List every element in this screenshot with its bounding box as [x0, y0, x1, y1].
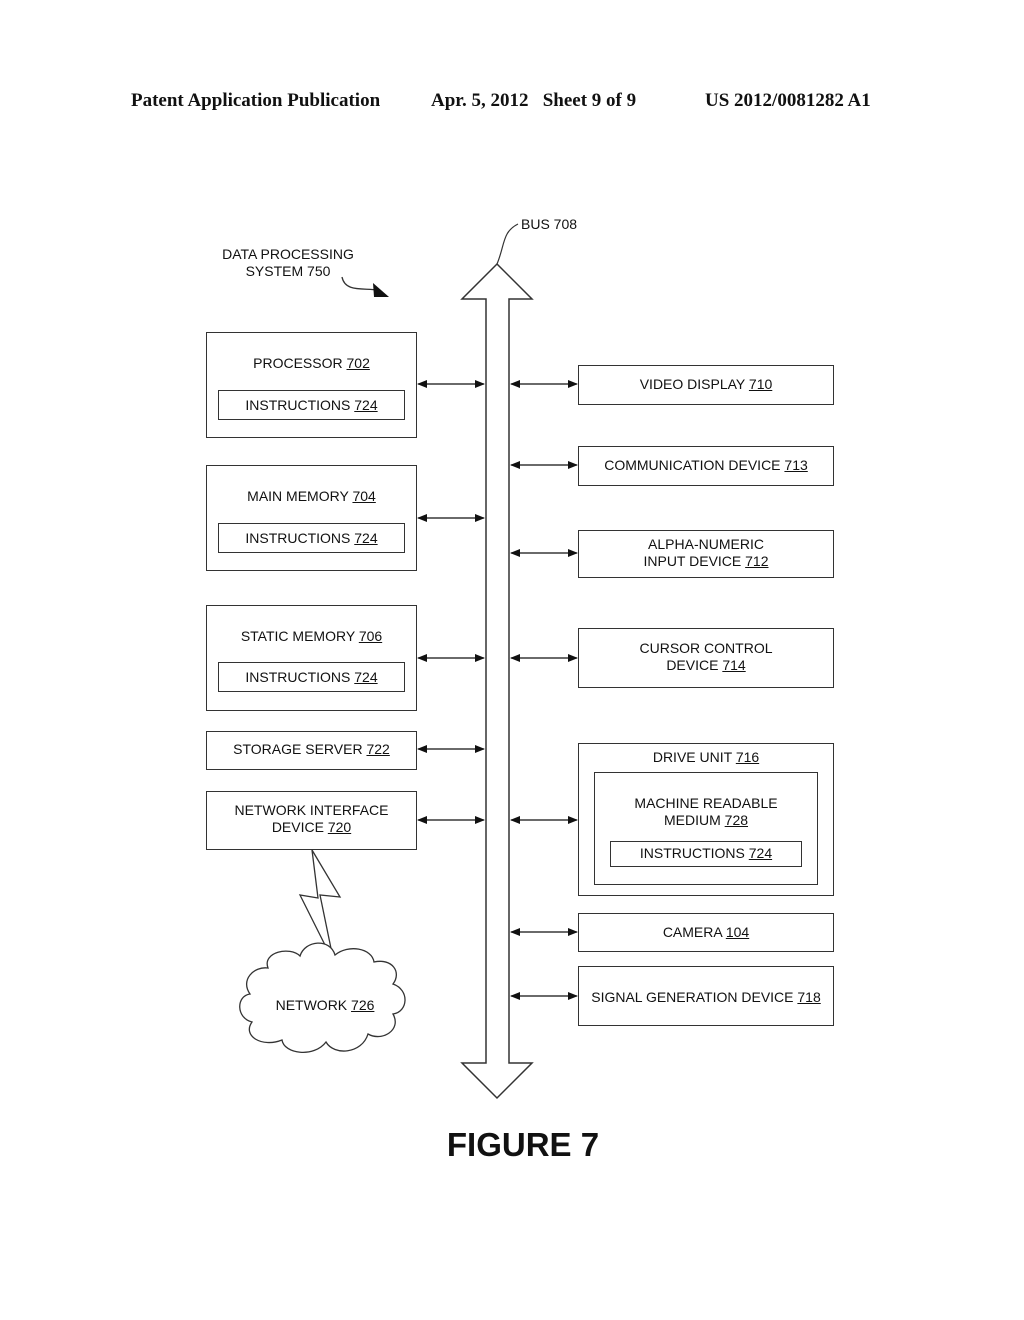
alpha-numeric-ref: 712	[745, 553, 769, 569]
main-memory-ref: 704	[352, 488, 376, 504]
system-label: DATA PROCESSING SYSTEM 750	[218, 246, 358, 280]
network-label: NETWORK 726	[250, 997, 400, 1014]
bus-label: BUS 708	[521, 216, 578, 232]
alpha-numeric-input-label: ALPHA-NUMERIC INPUT DEVICE 712	[578, 536, 834, 570]
figure-caption: FIGURE 7	[446, 1126, 600, 1163]
drive-unit-label: DRIVE UNIT 716	[578, 749, 834, 766]
processor-label: PROCESSOR 702	[206, 355, 417, 372]
processor-instructions-ref: 724	[354, 397, 378, 413]
camera-ref: 104	[725, 924, 750, 940]
storage-server-ref: 722	[366, 741, 390, 757]
storage-server-label: STORAGE SERVER 722	[206, 741, 417, 758]
alpha-numeric-name: INPUT DEVICE	[643, 553, 746, 569]
system-pointer-arrowhead	[373, 283, 389, 297]
system-label-line2: SYSTEM 750	[245, 263, 331, 279]
main-memory-instructions-ref: 724	[354, 530, 378, 546]
alpha-numeric-line1: ALPHA-NUMERIC	[648, 536, 764, 552]
drive-unit-name: DRIVE UNIT	[652, 749, 736, 765]
static-memory-ref: 706	[358, 628, 383, 644]
main-memory-instructions-name: INSTRUCTIONS	[245, 530, 355, 546]
processor-instructions-label: INSTRUCTIONS 724	[218, 397, 405, 414]
static-memory-instructions-label: INSTRUCTIONS 724	[218, 669, 405, 686]
static-memory-instructions-ref: 724	[354, 669, 378, 685]
main-memory-instructions-label: INSTRUCTIONS 724	[218, 530, 405, 547]
drive-unit-ref: 716	[735, 749, 760, 765]
medium-ref: 728	[724, 812, 749, 828]
machine-readable-medium-label: MACHINE READABLE MEDIUM 728	[594, 795, 818, 829]
static-memory-instructions-name: INSTRUCTIONS	[245, 669, 355, 685]
processor-name: PROCESSOR	[253, 355, 347, 371]
main-memory-label: MAIN MEMORY 704	[206, 488, 417, 505]
cursor-control-name: DEVICE	[666, 657, 723, 673]
network-interface-name: DEVICE	[271, 819, 328, 835]
drive-instructions-name: INSTRUCTIONS	[639, 845, 749, 861]
storage-server-name: STORAGE SERVER	[233, 741, 367, 757]
network-name: NETWORK	[275, 997, 352, 1013]
camera-label: CAMERA 104	[578, 924, 834, 941]
communication-device-label: COMMUNICATION DEVICE 713	[578, 457, 834, 474]
cursor-control-ref: 714	[722, 657, 746, 673]
cursor-control-label: CURSOR CONTROL DEVICE 714	[578, 640, 834, 674]
network-interface-label: NETWORK INTERFACE DEVICE 720	[206, 802, 417, 836]
communication-device-name: COMMUNICATION DEVICE	[604, 457, 785, 473]
processor-block	[206, 332, 417, 438]
communication-device-ref: 713	[784, 457, 808, 473]
camera-name: CAMERA	[662, 924, 726, 940]
video-display-label: VIDEO DISPLAY 710	[578, 376, 834, 393]
signal-generation-label: SIGNAL GENERATION DEVICE 718	[578, 989, 834, 1006]
video-display-name: VIDEO DISPLAY	[639, 376, 749, 392]
static-memory-name: STATIC MEMORY	[240, 628, 359, 644]
processor-instructions-name: INSTRUCTIONS	[245, 397, 355, 413]
static-memory-block	[206, 605, 417, 711]
main-memory-name: MAIN MEMORY	[247, 488, 353, 504]
main-memory-block	[206, 465, 417, 571]
medium-name: MEDIUM	[663, 812, 725, 828]
video-display-ref: 710	[748, 376, 773, 392]
network-interface-line1: NETWORK INTERFACE	[234, 802, 389, 818]
diagram-graphics	[239, 223, 578, 1100]
network-interface-ref: 720	[327, 819, 352, 835]
bus-leader-line	[496, 223, 519, 265]
drive-instructions-label: INSTRUCTIONS 724	[610, 845, 802, 862]
static-memory-label: STATIC MEMORY 706	[206, 628, 417, 645]
processor-ref: 702	[346, 355, 370, 371]
drive-instructions-ref: 724	[748, 845, 773, 861]
network-ref: 726	[351, 997, 375, 1013]
system-label-line1: DATA PROCESSING	[222, 246, 354, 262]
signal-generation-ref: 718	[797, 989, 821, 1005]
signal-generation-name: SIGNAL GENERATION DEVICE	[591, 989, 798, 1005]
bus-arrow	[460, 262, 534, 1100]
cursor-control-line1: CURSOR CONTROL	[639, 640, 773, 656]
medium-line1: MACHINE READABLE	[634, 795, 778, 811]
